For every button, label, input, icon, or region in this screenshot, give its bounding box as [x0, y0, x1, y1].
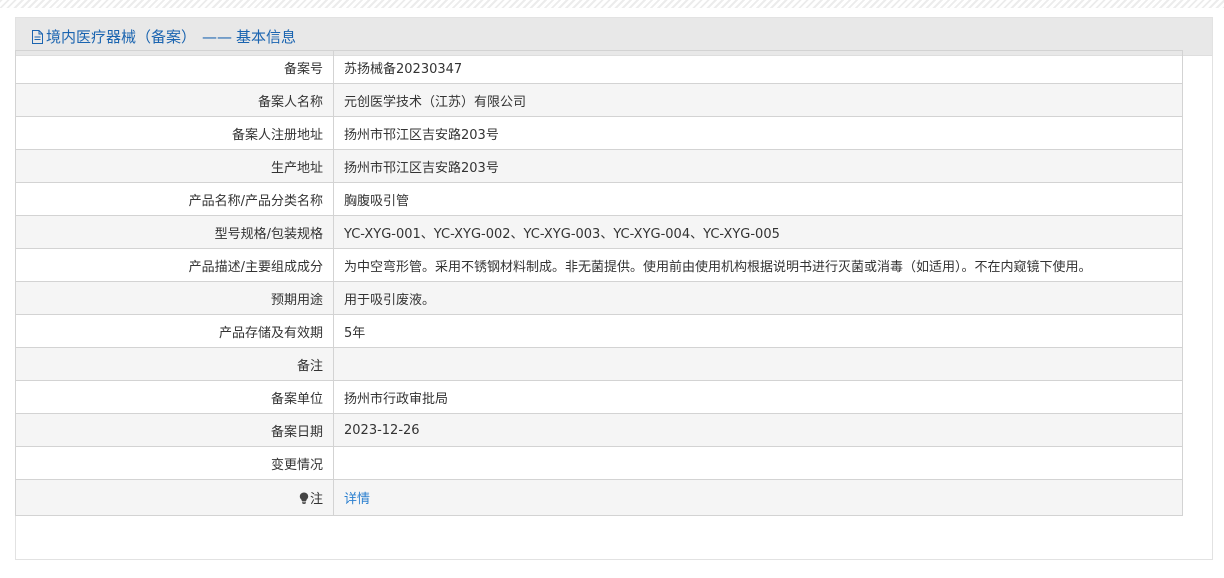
panel-subtitle: 基本信息 — [236, 28, 297, 46]
row-label: 型号规格/包装规格 — [15, 215, 334, 249]
table-row: 备注 — [15, 347, 1183, 381]
row-value: 为中空弯形管。采用不锈钢材料制成。非无菌提供。使用前由使用机构根据说明书进行灭菌… — [333, 248, 1183, 282]
row-label: 产品存储及有效期 — [15, 314, 334, 348]
note-label: 注 — [309, 492, 323, 507]
row-value — [333, 446, 1183, 480]
table-row: 产品存储及有效期 5年 — [15, 314, 1183, 348]
table-row: 预期用途 用于吸引废液。 — [15, 281, 1183, 315]
row-value: 苏扬械备20230347 — [333, 50, 1183, 84]
row-value: 扬州市邗江区吉安路203号 — [333, 149, 1183, 183]
table-row: 生产地址 扬州市邗江区吉安路203号 — [15, 149, 1183, 183]
row-label: 备注 — [15, 347, 334, 381]
row-label: 生产地址 — [15, 149, 334, 183]
row-label: 产品描述/主要组成成分 — [15, 248, 334, 282]
table-row: 备案号 苏扬械备20230347 — [15, 50, 1183, 84]
panel-title: 境内医疗器械（备案） — [46, 28, 197, 46]
row-label: 变更情况 — [15, 446, 334, 480]
table-row: 备案人注册地址 扬州市邗江区吉安路203号 — [15, 116, 1183, 150]
row-value: 胸腹吸引管 — [333, 182, 1183, 216]
top-decorative-stripe — [0, 0, 1224, 8]
row-value — [333, 347, 1183, 381]
table-row: 产品名称/产品分类名称 胸腹吸引管 — [15, 182, 1183, 216]
table-row: 型号规格/包装规格 YC-XYG-001、YC-XYG-002、YC-XYG-00… — [15, 215, 1183, 249]
note-value-cell: 详情 — [333, 479, 1183, 516]
row-label: 预期用途 — [15, 281, 334, 315]
table-row: 备案日期 2023-12-26 — [15, 413, 1183, 447]
row-label: 备案单位 — [15, 380, 334, 414]
row-label: 备案人注册地址 — [15, 116, 334, 150]
row-value: 用于吸引废液。 — [333, 281, 1183, 315]
row-label: 备案人名称 — [15, 83, 334, 117]
lightbulb-icon — [299, 492, 309, 504]
row-value: 元创医学技术（江苏）有限公司 — [333, 83, 1183, 117]
row-value: 扬州市邗江区吉安路203号 — [333, 116, 1183, 150]
title-separator: —— — [202, 27, 233, 46]
table-row: 变更情况 — [15, 446, 1183, 480]
document-icon — [31, 29, 44, 44]
row-value: 扬州市行政审批局 — [333, 380, 1183, 414]
row-label: 备案日期 — [15, 413, 334, 447]
table-row: 产品描述/主要组成成分 为中空弯形管。采用不锈钢材料制成。非无菌提供。使用前由使用… — [15, 248, 1183, 282]
info-table: 备案号 苏扬械备20230347 备案人名称 元创医学技术（江苏）有限公司 备案人注册地… — [15, 50, 1183, 516]
row-value: 5年 — [333, 314, 1183, 348]
row-value: 2023-12-26 — [333, 413, 1183, 447]
row-label: 产品名称/产品分类名称 — [15, 182, 334, 216]
note-label-cell: 注 — [15, 479, 334, 516]
table-row: 备案单位 扬州市行政审批局 — [15, 380, 1183, 414]
table-row: 备案人名称 元创医学技术（江苏）有限公司 — [15, 83, 1183, 117]
note-row: 注 详情 — [15, 479, 1183, 516]
details-link[interactable]: 详情 — [344, 492, 370, 507]
row-value: YC-XYG-001、YC-XYG-002、YC-XYG-003、YC-XYG-… — [333, 215, 1183, 249]
row-label: 备案号 — [15, 50, 334, 84]
